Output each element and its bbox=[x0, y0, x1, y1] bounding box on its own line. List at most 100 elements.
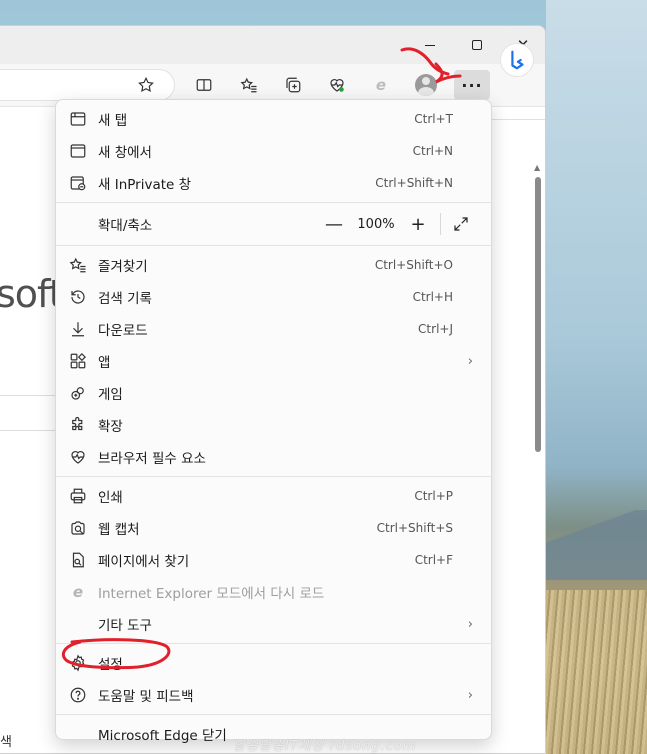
zoom-controls: — 100% + bbox=[318, 206, 477, 242]
browser-essentials-icon bbox=[68, 447, 88, 467]
scroll-thumb[interactable] bbox=[535, 177, 541, 452]
split-screen-icon bbox=[196, 79, 212, 91]
menu-item-label: 설정 bbox=[98, 657, 123, 673]
maximize-icon bbox=[472, 40, 482, 50]
menu-item-label: 도움말 및 피드백 bbox=[98, 689, 194, 705]
search-box[interactable] bbox=[0, 395, 60, 431]
menu-item-apps[interactable]: 앱 › bbox=[56, 345, 491, 377]
menu-item-favorites[interactable]: 즐겨찾기 Ctrl+Shift+O bbox=[56, 249, 491, 281]
history-icon bbox=[68, 287, 88, 307]
menu-item-settings[interactable]: 설정 bbox=[56, 647, 491, 679]
zoom-out-button[interactable]: — bbox=[318, 209, 350, 239]
menu-item-shortcut: Ctrl+P bbox=[414, 489, 453, 503]
settings-and-more-button[interactable]: ··· bbox=[454, 70, 490, 100]
zoom-level: 100% bbox=[357, 216, 395, 232]
menu-item-web-capture[interactable]: 웹 캡처 Ctrl+Shift+S bbox=[56, 512, 491, 544]
menu-item-shortcut: Ctrl+F bbox=[414, 553, 453, 567]
menu-item-label: 새 InPrivate 창 bbox=[98, 177, 192, 193]
favorites-icon bbox=[68, 255, 88, 275]
maximize-button[interactable] bbox=[462, 34, 492, 56]
minimize-button[interactable] bbox=[415, 34, 445, 56]
expand-icon bbox=[454, 217, 468, 231]
find-icon bbox=[68, 550, 88, 570]
star-icon bbox=[138, 76, 154, 93]
games-icon bbox=[68, 383, 88, 403]
menu-item-shortcut: Ctrl+Shift+O bbox=[374, 258, 453, 272]
ie-mode-toolbar-button[interactable]: e bbox=[366, 71, 396, 99]
split-screen-button[interactable] bbox=[189, 71, 219, 99]
address-bar[interactable] bbox=[0, 69, 175, 101]
menu-item-label: 앱 bbox=[98, 355, 111, 371]
menu-separator bbox=[56, 202, 491, 203]
menu-item-downloads[interactable]: 다운로드 Ctrl+J bbox=[56, 313, 491, 345]
menu-item-games[interactable]: 게임 bbox=[56, 377, 491, 409]
extensions-icon bbox=[68, 415, 88, 435]
apps-icon bbox=[68, 351, 88, 371]
zoom-spacer bbox=[68, 214, 88, 234]
collections-button[interactable] bbox=[278, 71, 308, 99]
settings-and-more-menu: 새 탭 Ctrl+T 새 창에서 Ctrl+N 새 InPrivate 창 Ct… bbox=[55, 99, 492, 744]
menu-item-label: 확대/축소 bbox=[98, 218, 153, 234]
menu-item-shortcut: Ctrl+Shift+S bbox=[376, 521, 453, 535]
menu-item-label: 새 탭 bbox=[98, 113, 128, 129]
menu-item-label: 인쇄 bbox=[98, 490, 123, 506]
chevron-right-icon: › bbox=[467, 616, 473, 632]
copilot-button[interactable] bbox=[500, 43, 534, 77]
menu-separator bbox=[56, 714, 491, 715]
ie-icon: e bbox=[375, 76, 387, 94]
title-bar: ✕ bbox=[0, 26, 545, 64]
menu-item-label: 새 창에서 bbox=[98, 145, 152, 161]
menu-item-label: 확장 bbox=[98, 419, 123, 435]
divider bbox=[488, 119, 545, 120]
menu-item-shortcut: Ctrl+N bbox=[412, 144, 453, 158]
web-capture-icon bbox=[68, 518, 88, 538]
more-icon: ··· bbox=[461, 75, 483, 95]
chevron-right-icon: › bbox=[467, 687, 473, 703]
menu-item-new-tab[interactable]: 새 탭 Ctrl+T bbox=[56, 103, 491, 135]
menu-item-label: Internet Explorer 모드에서 다시 로드 bbox=[98, 586, 325, 602]
wallpaper-grass bbox=[546, 590, 647, 754]
menu-item-find-on-page[interactable]: 페이지에서 찾기 Ctrl+F bbox=[56, 544, 491, 576]
menu-item-label: 기타 도구 bbox=[98, 618, 152, 634]
menu-item-shortcut: Ctrl+H bbox=[412, 290, 453, 304]
watermark: 알송달송IT세상 rdsong.com bbox=[233, 739, 417, 754]
menu-item-ie-mode-reload: e Internet Explorer 모드에서 다시 로드 bbox=[56, 576, 491, 608]
menu-item-label: 검색 기록 bbox=[98, 291, 152, 307]
menu-item-history[interactable]: 검색 기록 Ctrl+H bbox=[56, 281, 491, 313]
menu-item-more-tools[interactable]: 기타 도구 › bbox=[56, 608, 491, 640]
menu-item-help-and-feedback[interactable]: 도움말 및 피드백 › bbox=[56, 679, 491, 711]
menu-item-new-inprivate-window[interactable]: 새 InPrivate 창 Ctrl+Shift+N bbox=[56, 167, 491, 199]
menu-separator bbox=[56, 643, 491, 644]
scrollbar[interactable]: ▲ bbox=[532, 163, 544, 453]
menu-item-label: 다운로드 bbox=[98, 323, 148, 339]
menu-item-label: 게임 bbox=[98, 387, 123, 403]
help-icon bbox=[68, 685, 88, 705]
menu-separator bbox=[56, 476, 491, 477]
profile-button[interactable] bbox=[411, 71, 441, 99]
chevron-right-icon: › bbox=[467, 353, 473, 369]
wallpaper-mountain bbox=[546, 510, 647, 580]
full-screen-button[interactable] bbox=[445, 209, 477, 239]
favorites-bar-button[interactable] bbox=[234, 71, 264, 99]
heart-pulse-icon bbox=[330, 79, 344, 92]
browser-essentials-button[interactable] bbox=[322, 71, 352, 99]
collections-icon bbox=[286, 77, 301, 93]
more-tools-spacer bbox=[68, 614, 88, 634]
menu-item-new-window[interactable]: 새 창에서 Ctrl+N bbox=[56, 135, 491, 167]
close-edge-spacer bbox=[68, 724, 88, 744]
search-button-label[interactable]: 색 bbox=[0, 731, 12, 750]
menu-item-print[interactable]: 인쇄 Ctrl+P bbox=[56, 480, 491, 512]
menu-item-shortcut: Ctrl+T bbox=[414, 112, 453, 126]
desktop-wallpaper bbox=[546, 0, 647, 754]
ie-mode-icon: e bbox=[72, 583, 84, 601]
favorite-star-button[interactable] bbox=[131, 71, 161, 99]
zoom-in-button[interactable]: + bbox=[402, 209, 434, 239]
menu-item-shortcut: Ctrl+Shift+N bbox=[375, 176, 453, 190]
inprivate-icon bbox=[68, 173, 88, 193]
menu-item-label: 즐겨찾기 bbox=[98, 259, 148, 275]
menu-item-browser-essentials[interactable]: 브라우저 필수 요소 bbox=[56, 441, 491, 473]
new-window-icon bbox=[68, 141, 88, 161]
menu-item-label: 웹 캡처 bbox=[98, 522, 140, 538]
menu-item-extensions[interactable]: 확장 bbox=[56, 409, 491, 441]
brand-text: soft bbox=[0, 272, 64, 316]
